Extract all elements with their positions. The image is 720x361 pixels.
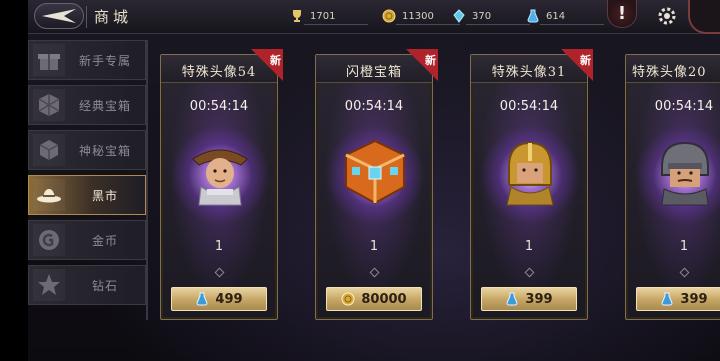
settings-button[interactable]: [652, 2, 682, 30]
sidebar-item-newbie[interactable]: 新手专属: [28, 40, 146, 80]
gold-counter: 11300: [382, 8, 460, 25]
gift-icon: [33, 44, 65, 76]
sidebar-rail: [146, 40, 148, 320]
back-arrow-icon: [42, 9, 76, 23]
notification-button[interactable]: !: [607, 0, 637, 28]
potion-icon: [196, 292, 208, 306]
separator-diamond: [369, 267, 380, 278]
sidebar-label: 金币: [91, 233, 118, 248]
sidebar-label: 神秘宝箱: [78, 143, 131, 158]
sidebar-label: 经典宝箱: [78, 98, 131, 113]
potion-icon: [527, 9, 539, 23]
price-value: 399: [525, 291, 553, 307]
sidebar-item-diamond[interactable]: 钻石: [28, 265, 146, 305]
alert-icon: !: [617, 3, 627, 24]
potion-icon: [661, 292, 673, 306]
item-count: 1: [214, 239, 224, 254]
countdown-timer: 00:54:14: [654, 99, 714, 114]
hat-knight-portrait-icon: [192, 149, 248, 206]
new-badge: 新: [406, 49, 438, 81]
price-value: 399: [680, 291, 708, 307]
screen-left-edge: [0, 0, 28, 361]
shop-card[interactable]: 特殊头像31 新 00:54:14 1 399: [470, 49, 593, 320]
shop-card[interactable]: 特殊头像54 新 00:54:14 1 499: [160, 49, 283, 320]
shop-card[interactable]: 特殊头像20 00:54:14 1 399: [625, 54, 720, 320]
sidebar-label: 黑市: [91, 188, 118, 203]
sidebar-item-gold[interactable]: 金币: [28, 220, 146, 260]
mystery-chest-icon: [33, 134, 65, 166]
separator-diamond: [524, 267, 535, 278]
gem-value: 370: [472, 10, 492, 22]
potion-underline: [540, 24, 604, 25]
gem-icon: [453, 9, 465, 23]
new-badge-label: 新: [580, 54, 591, 67]
gold-coin-icon: [341, 292, 355, 306]
new-badge-label: 新: [270, 54, 281, 67]
potion-value: 614: [546, 10, 566, 22]
trophy-value: 1701: [310, 10, 336, 22]
new-badge-label: 新: [425, 54, 436, 67]
orange-chest-icon: [345, 139, 405, 205]
sidebar-label: 钻石: [91, 278, 118, 293]
buy-button[interactable]: 499: [171, 287, 267, 311]
sidebar-label: 新手专属: [78, 53, 131, 68]
potion-icon: [506, 292, 518, 306]
category-sidebar: 新手专属 经典宝箱 神秘宝箱 黑市 金币 钻石: [28, 40, 148, 310]
shop-card[interactable]: 闪橙宝箱 新 00:54:14 1 80000: [315, 49, 438, 320]
buy-button[interactable]: 399: [481, 287, 577, 311]
countdown-timer: 00:54:14: [189, 99, 249, 114]
item-count: 1: [369, 239, 379, 254]
trophy-icon: [293, 10, 301, 22]
new-badge: 新: [561, 49, 593, 81]
buy-button[interactable]: 80000: [326, 287, 422, 311]
coin-icon: [33, 224, 65, 256]
golden-helm-portrait-icon: [506, 141, 554, 206]
iron-helm-portrait-icon: [661, 141, 709, 206]
sidebar-item-classic-chest[interactable]: 经典宝箱: [28, 85, 146, 125]
separator-diamond: [214, 267, 225, 278]
gem-underline: [466, 24, 530, 25]
trophy-underline: [304, 24, 368, 25]
gold-value: 11300: [402, 10, 434, 22]
item-count: 1: [679, 239, 689, 254]
sidebar-item-black-market[interactable]: 黑市: [28, 175, 146, 215]
buy-button[interactable]: 399: [636, 287, 720, 311]
title-divider: [86, 6, 87, 28]
potion-counter: 614: [526, 8, 604, 25]
new-badge: 新: [251, 49, 283, 81]
page-title: 商城: [94, 8, 133, 26]
price-value: 499: [215, 291, 243, 307]
gold-underline: [396, 24, 460, 25]
back-button[interactable]: [34, 3, 84, 29]
card-title: 特殊头像20: [632, 65, 707, 80]
separator-diamond: [679, 267, 690, 278]
gear-icon: [658, 7, 676, 25]
corner-ornament: [688, 0, 720, 34]
trophy-counter: 1701: [290, 8, 368, 25]
hat-icon: [33, 179, 65, 211]
item-count: 1: [524, 239, 534, 254]
chest-icon: [33, 89, 65, 121]
shop-screen: 商城 1701 11300 370 614 ! 新手专属 经典宝箱 神秘宝箱 黑…: [28, 0, 720, 361]
star-icon: [33, 269, 65, 301]
price-value: 80000: [361, 291, 407, 307]
countdown-timer: 00:54:14: [499, 99, 559, 114]
countdown-timer: 00:54:14: [344, 99, 404, 114]
gold-coin-icon: [382, 9, 396, 23]
top-bar: 商城 1701 11300 370 614 !: [28, 0, 720, 34]
gem-counter: 370: [452, 8, 530, 25]
sidebar-item-mystery-chest[interactable]: 神秘宝箱: [28, 130, 146, 170]
